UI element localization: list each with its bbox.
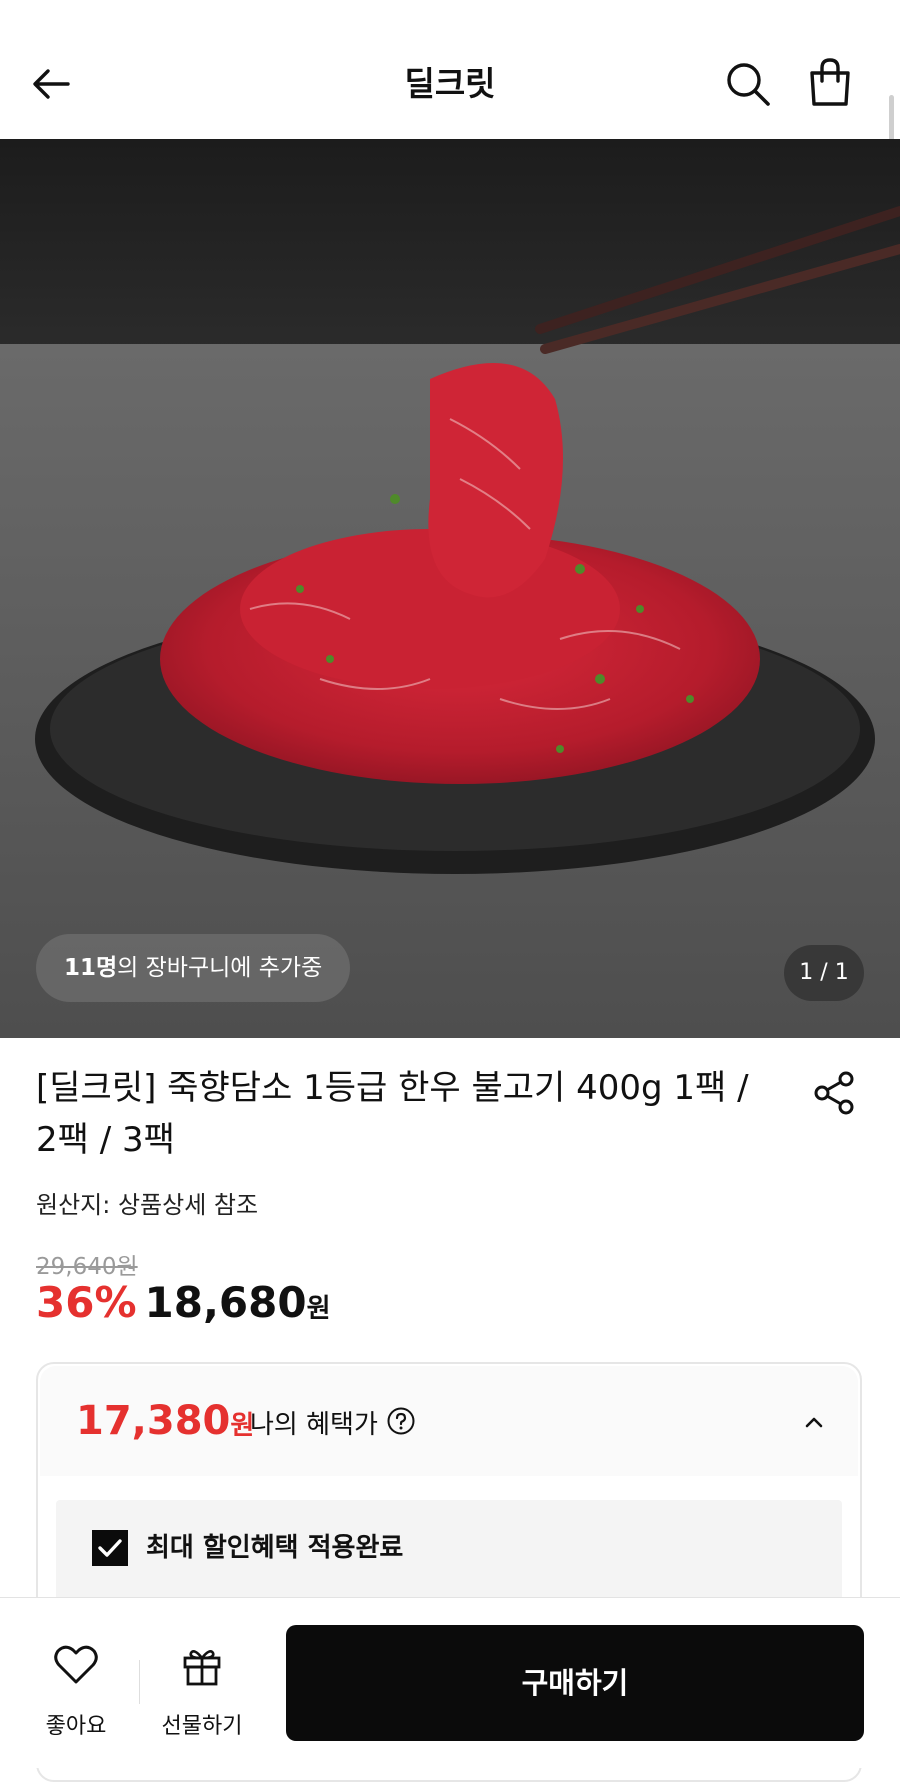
question-circle-icon[interactable] [386,1406,416,1436]
benefit-price: 17,380원 [76,1398,254,1444]
gift-label: 선물하기 [161,1714,243,1739]
benefit-header[interactable]: 17,380원 나의 혜택가 [40,1366,858,1476]
price-row: 36% 18,680원 [36,1278,331,1338]
gift-icon [183,1650,221,1686]
shopping-bag-icon [810,58,850,106]
bottom-action-bar: 좋아요 선물하기 구매하기 [0,1597,900,1768]
buy-button[interactable]: 구매하기 [286,1625,864,1741]
product-image[interactable] [0,139,900,1038]
cart-activity-text: 의 장바구니에 추가중 [117,955,323,981]
like-button[interactable]: 좋아요 [30,1644,122,1744]
origin-info: 원산지: 상품상세 참조 [36,1191,259,1219]
heart-icon [54,1645,98,1684]
bulgogi-beef-photo [0,139,900,1038]
chevron-up-icon[interactable] [800,1408,828,1436]
sale-price: 18,680 [144,1278,307,1327]
gift-button[interactable]: 선물하기 [150,1644,254,1744]
top-header: 딜크릿 [0,0,900,205]
applied-discount-label: 최대 할인혜택 적용완료 [146,1533,404,1563]
cart-count: 11명 [64,955,118,981]
checkbox-checked-icon[interactable] [92,1530,128,1566]
benefit-price-value: 17,380 [76,1398,231,1444]
share-icon [814,1071,854,1115]
cart-button[interactable] [804,56,856,110]
cart-activity-badge: 11명의 장바구니에 추가중 [36,934,351,1002]
benefit-label: 나의 혜택가 [250,1410,378,1440]
sale-price-currency: 원 [306,1294,331,1324]
image-counter: 1 / 1 [784,945,864,1001]
share-button[interactable] [810,1068,860,1118]
search-icon [727,63,770,106]
discount-rate: 36% [36,1278,137,1327]
product-title: [딜크릿] 죽향담소 1등급 한우 불고기 400g 1팩 / 2팩 / 3팩 [36,1068,749,1160]
original-price: 29,640원 [36,1254,138,1280]
like-label: 좋아요 [45,1714,107,1739]
search-button[interactable] [722,58,774,110]
bottom-divider [139,1660,140,1704]
